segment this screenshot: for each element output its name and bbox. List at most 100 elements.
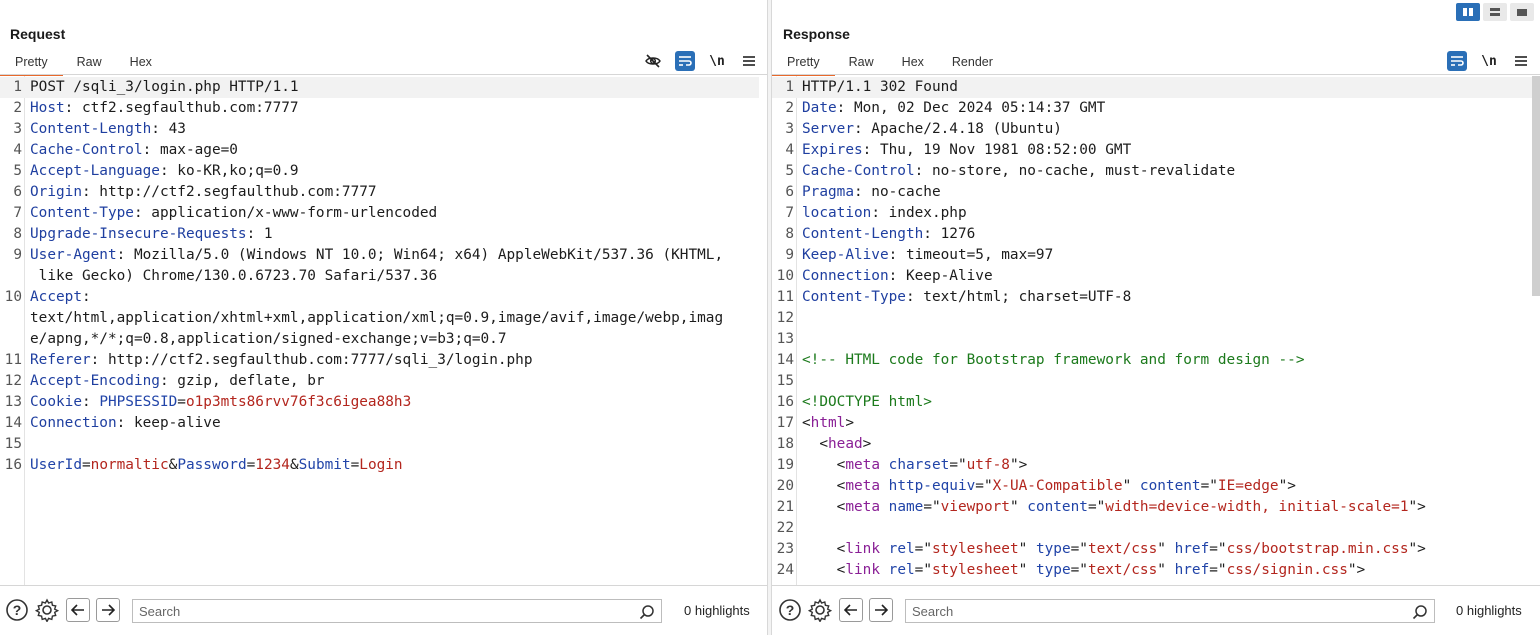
line-number: 11 xyxy=(4,352,22,368)
gear-icon[interactable] xyxy=(808,598,832,622)
code-token: < xyxy=(802,415,811,431)
code-token: < xyxy=(802,457,846,473)
gear-icon[interactable] xyxy=(35,598,59,622)
code-token: href xyxy=(1174,541,1210,557)
code-token: : 1276 xyxy=(923,226,976,242)
code-token: <!DOCTYPE html> xyxy=(802,394,932,410)
code-line: 8 Content-Length: 1276 xyxy=(772,224,1532,245)
request-editor[interactable]: 1 POST /sqli_3/login.php HTTP/1.1 2 Host: c… xyxy=(0,76,759,585)
newline-toggle-button[interactable]: \n xyxy=(707,51,727,71)
line-number: 23 xyxy=(776,541,794,557)
response-scrollbar[interactable] xyxy=(1532,76,1540,296)
tab-pretty[interactable]: Pretty xyxy=(0,52,63,76)
search-input[interactable] xyxy=(906,600,1434,622)
code-token: normaltic xyxy=(90,457,169,473)
code-token: like Gecko) Chrome/130.0.6723.70 Safari/… xyxy=(30,268,438,284)
line-text: Origin: http://ctf2.segfaulthub.com:7777 xyxy=(22,182,377,203)
code-token: e/apng,*/*;q=0.8,application/signed-exch… xyxy=(30,331,507,347)
code-token: location xyxy=(802,205,872,221)
code-token: meta xyxy=(845,478,880,494)
code-token: : ctf2.segfaulthub.com:7777 xyxy=(64,100,299,116)
newline-toggle-button[interactable]: \n xyxy=(1479,51,1499,71)
line-text: <link rel="stylesheet" type="text/css" h… xyxy=(794,539,1426,560)
line-text: Content-Length: 1276 xyxy=(794,224,975,245)
help-icon[interactable]: ? xyxy=(778,598,802,622)
tab-hex[interactable]: Hex xyxy=(888,52,938,74)
line-text: Content-Type: application/x-www-form-url… xyxy=(22,203,437,224)
code-token: : Mon, 02 Dec 2024 05:14:37 GMT xyxy=(836,100,1106,116)
code-line: 2 Host: ctf2.segfaulthub.com:7777 xyxy=(0,98,759,119)
code-token: 1234 xyxy=(255,457,290,473)
code-line: 5 Cache-Control: no-store, no-cache, must… xyxy=(772,161,1532,182)
eye-off-icon[interactable] xyxy=(643,51,663,71)
tab-render[interactable]: Render xyxy=(938,52,1007,74)
code-line: 18 <head> xyxy=(772,434,1532,455)
search-field[interactable] xyxy=(132,599,662,623)
arrow-left-icon[interactable] xyxy=(839,598,863,622)
code-line: 11 Content-Type: text/html; charset=UTF-8 xyxy=(772,287,1532,308)
code-token: css/signin.css xyxy=(1226,562,1348,578)
line-text: Accept: xyxy=(22,287,91,308)
code-line: 17 <html> xyxy=(772,413,1532,434)
code-token: : Thu, 19 Nov 1981 08:52:00 GMT xyxy=(862,142,1132,158)
tab-divider xyxy=(0,74,767,75)
code-token: " xyxy=(1157,541,1175,557)
code-token: : http://ctf2.segfaulthub.com:7777/sqli_… xyxy=(90,352,533,368)
search-field[interactable] xyxy=(905,599,1435,623)
layout-split-columns-icon[interactable] xyxy=(1456,3,1480,21)
code-line: like Gecko) Chrome/130.0.6723.70 Safari/… xyxy=(0,266,759,287)
tab-raw[interactable]: Raw xyxy=(63,52,116,74)
arrow-left-icon[interactable] xyxy=(66,598,90,622)
line-text: Cache-Control: max-age=0 xyxy=(22,140,238,161)
word-wrap-icon[interactable] xyxy=(675,51,695,71)
line-number: 7 xyxy=(13,205,22,221)
code-line: 5 Accept-Language: ko-KR,ko;q=0.9 xyxy=(0,161,759,182)
word-wrap-icon[interactable] xyxy=(1447,51,1467,71)
code-token: "> xyxy=(1408,541,1426,557)
line-text xyxy=(794,518,802,539)
arrow-right-icon[interactable] xyxy=(96,598,120,622)
response-editor[interactable]: 1 HTTP/1.1 302 Found 2 Date: Mon, 02 Dec 20… xyxy=(772,76,1532,585)
code-token: : ko-KR,ko;q=0.9 xyxy=(159,163,299,179)
help-icon[interactable]: ? xyxy=(5,598,29,622)
code-line: 16 <!DOCTYPE html> xyxy=(772,392,1532,413)
layout-tabs-icon[interactable] xyxy=(1510,3,1534,21)
tab-hex[interactable]: Hex xyxy=(116,52,166,74)
tab-pretty[interactable]: Pretty xyxy=(772,52,835,76)
line-text: Date: Mon, 02 Dec 2024 05:14:37 GMT xyxy=(794,98,1105,119)
code-token: Content-Length xyxy=(802,226,924,242)
line-text: text/html,application/xhtml+xml,applicat… xyxy=(22,308,723,329)
arrow-right-icon[interactable] xyxy=(869,598,893,622)
line-number: 12 xyxy=(4,373,22,389)
code-line: 14 <!-- HTML code for Bootstrap framework… xyxy=(772,350,1532,371)
code-token: Cookie xyxy=(30,394,82,410)
layout-rows-icon[interactable] xyxy=(1483,3,1507,21)
line-number: 12 xyxy=(776,310,794,326)
code-token: < xyxy=(802,541,846,557)
line-number: 8 xyxy=(13,226,22,242)
layout-switcher xyxy=(1456,3,1534,21)
code-token: =" xyxy=(914,562,932,578)
line-text: location: index.php xyxy=(794,203,967,224)
hamburger-menu-icon[interactable] xyxy=(739,51,759,71)
code-token: =" xyxy=(1070,541,1088,557)
code-token: : Mozilla/5.0 (Windows NT 10.0; Win64; x… xyxy=(116,247,724,263)
hamburger-menu-icon[interactable] xyxy=(1511,51,1531,71)
line-number: 20 xyxy=(776,478,794,494)
code-token: rel xyxy=(888,541,915,557)
code-line: 8 Upgrade-Insecure-Requests: 1 xyxy=(0,224,759,245)
code-token: Keep-Alive xyxy=(802,247,889,263)
line-number xyxy=(0,329,22,350)
line-number: 7 xyxy=(785,205,794,221)
code-token: width=device-width, initial-scale=1 xyxy=(1105,499,1409,515)
tab-raw[interactable]: Raw xyxy=(835,52,888,74)
code-token: : Apache/2.4.18 (Ubuntu) xyxy=(853,121,1062,137)
line-number: 19 xyxy=(776,457,794,473)
line-text: <html> xyxy=(794,413,854,434)
code-token: Accept-Language xyxy=(30,163,160,179)
code-token: Submit xyxy=(298,457,351,473)
search-input[interactable] xyxy=(133,600,661,622)
code-line: 6 Origin: http://ctf2.segfaulthub.com:777… xyxy=(0,182,759,203)
code-token: Login xyxy=(359,457,403,473)
